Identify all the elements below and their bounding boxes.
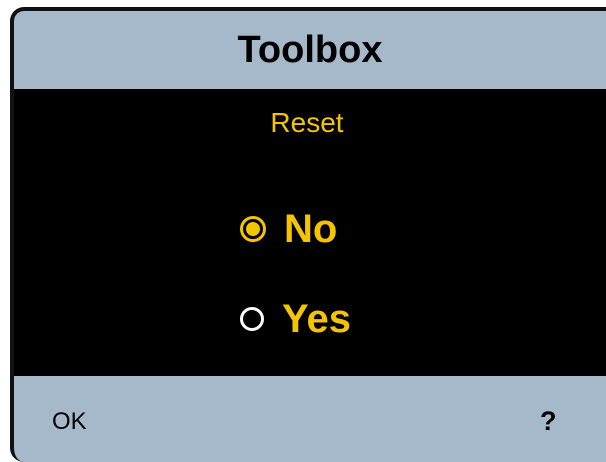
option-no[interactable]: No <box>240 205 337 253</box>
option-no-label: No <box>284 207 338 251</box>
ok-softkey[interactable]: OK <box>52 408 87 436</box>
radio-selected-icon[interactable] <box>240 216 266 242</box>
page-title: Toolbox <box>237 28 383 71</box>
device-screen: Toolbox Reset No Yes OK ? <box>10 7 606 462</box>
option-yes[interactable]: Yes <box>240 295 351 343</box>
radio-unselected-icon[interactable] <box>240 307 264 331</box>
option-yes-label: Yes <box>282 297 351 341</box>
menu-subtitle: Reset <box>270 107 344 138</box>
title-bar: Toolbox <box>14 11 606 89</box>
softkey-bar: OK ? <box>14 376 606 462</box>
main-panel: Reset No Yes <box>14 89 606 376</box>
help-softkey[interactable]: ? <box>540 406 557 437</box>
